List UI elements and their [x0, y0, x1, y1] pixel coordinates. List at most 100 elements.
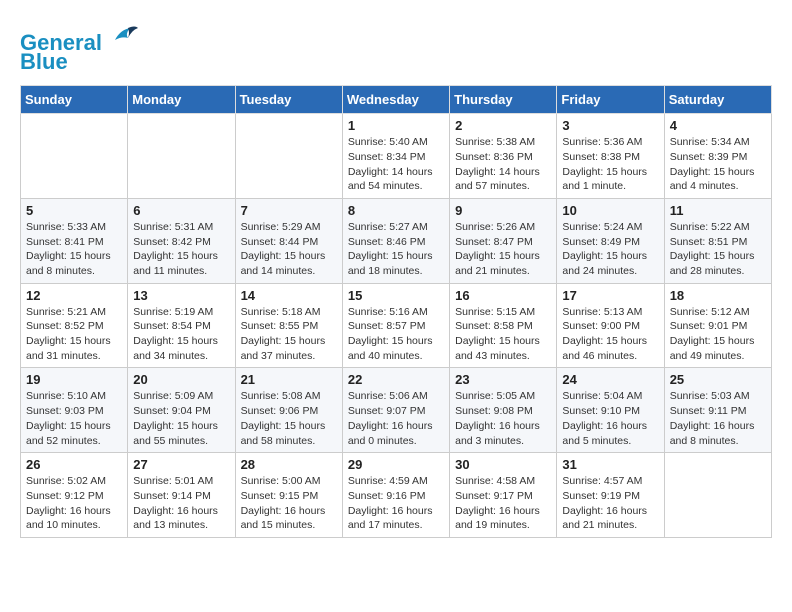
calendar-cell: 21Sunrise: 5:08 AM Sunset: 9:06 PM Dayli… — [235, 368, 342, 453]
calendar-cell: 30 Sunrise: 4:58 AM Sunset: 9:17 PM Dayli… — [450, 453, 557, 538]
day-number: 19 — [26, 372, 122, 387]
day-info: Sunrise: 5:04 AM Sunset: 9:10 PM Dayligh… — [562, 389, 658, 448]
day-info: Sunrise: 5:15 AM Sunset: 8:58 PM Dayligh… — [455, 305, 551, 364]
calendar-cell — [235, 114, 342, 199]
day-info: Sunrise: 5:36 AM Sunset: 8:38 PM Dayligh… — [562, 135, 658, 194]
day-number: 24 — [562, 372, 658, 387]
weekday-header: Monday — [128, 86, 235, 114]
day-info: Sunrise: 5:02 AM Sunset: 9:12 PM Dayligh… — [26, 474, 122, 533]
day-info: Sunrise: 5:06 AM Sunset: 9:07 PM Dayligh… — [348, 389, 444, 448]
logo: General Blue — [20, 20, 140, 75]
day-info: Sunrise: 5:19 AM Sunset: 8:54 PM Dayligh… — [133, 305, 229, 364]
calendar-cell: 20 Sunrise: 5:09 AM Sunset: 9:04 PM Dayli… — [128, 368, 235, 453]
day-info: Sunrise: 5:38 AM Sunset: 8:36 PM Dayligh… — [455, 135, 551, 194]
day-number: 28 — [241, 457, 337, 472]
day-info: Sunrise: 5:34 AM Sunset: 8:39 PM Dayligh… — [670, 135, 766, 194]
day-number: 21 — [241, 372, 337, 387]
day-number: 10 — [562, 203, 658, 218]
calendar-cell: 24 Sunrise: 5:04 AM Sunset: 9:10 PM Dayli… — [557, 368, 664, 453]
calendar-cell: 27Sunrise: 5:01 AM Sunset: 9:14 PM Dayli… — [128, 453, 235, 538]
day-info: Sunrise: 5:33 AM Sunset: 8:41 PM Dayligh… — [26, 220, 122, 279]
day-number: 22 — [348, 372, 444, 387]
day-info: Sunrise: 5:10 AM Sunset: 9:03 PM Dayligh… — [26, 389, 122, 448]
calendar-cell: 14Sunrise: 5:18 AM Sunset: 8:55 PM Dayli… — [235, 283, 342, 368]
day-number: 11 — [670, 203, 766, 218]
day-number: 7 — [241, 203, 337, 218]
day-number: 8 — [348, 203, 444, 218]
page-header: General Blue — [20, 20, 772, 75]
day-number: 25 — [670, 372, 766, 387]
day-number: 29 — [348, 457, 444, 472]
day-info: Sunrise: 5:24 AM Sunset: 8:49 PM Dayligh… — [562, 220, 658, 279]
calendar-cell: 23 Sunrise: 5:05 AM Sunset: 9:08 PM Dayli… — [450, 368, 557, 453]
day-number: 13 — [133, 288, 229, 303]
day-number: 4 — [670, 118, 766, 133]
calendar-cell: 2 Sunrise: 5:38 AM Sunset: 8:36 PM Daylig… — [450, 114, 557, 199]
calendar-cell — [128, 114, 235, 199]
weekday-header: Friday — [557, 86, 664, 114]
day-number: 17 — [562, 288, 658, 303]
calendar-cell: 5 Sunrise: 5:33 AM Sunset: 8:41 PM Daylig… — [21, 198, 128, 283]
calendar-header-row: SundayMondayTuesdayWednesdayThursdayFrid… — [21, 86, 772, 114]
day-number: 15 — [348, 288, 444, 303]
logo-bird-icon — [110, 20, 140, 50]
day-info: Sunrise: 5:09 AM Sunset: 9:04 PM Dayligh… — [133, 389, 229, 448]
calendar-week-row: 1 Sunrise: 5:40 AM Sunset: 8:34 PM Daylig… — [21, 114, 772, 199]
calendar-cell: 12Sunrise: 5:21 AM Sunset: 8:52 PM Dayli… — [21, 283, 128, 368]
weekday-header: Wednesday — [342, 86, 449, 114]
calendar-cell: 6 Sunrise: 5:31 AM Sunset: 8:42 PM Daylig… — [128, 198, 235, 283]
calendar-week-row: 19 Sunrise: 5:10 AM Sunset: 9:03 PM Dayli… — [21, 368, 772, 453]
day-number: 27 — [133, 457, 229, 472]
calendar-week-row: 12Sunrise: 5:21 AM Sunset: 8:52 PM Dayli… — [21, 283, 772, 368]
calendar-cell: 10 Sunrise: 5:24 AM Sunset: 8:49 PM Dayli… — [557, 198, 664, 283]
calendar-cell: 28Sunrise: 5:00 AM Sunset: 9:15 PM Dayli… — [235, 453, 342, 538]
day-number: 31 — [562, 457, 658, 472]
day-info: Sunrise: 5:29 AM Sunset: 8:44 PM Dayligh… — [241, 220, 337, 279]
calendar-cell: 13 Sunrise: 5:19 AM Sunset: 8:54 PM Dayli… — [128, 283, 235, 368]
calendar-cell: 16 Sunrise: 5:15 AM Sunset: 8:58 PM Dayli… — [450, 283, 557, 368]
calendar-cell — [21, 114, 128, 199]
day-number: 9 — [455, 203, 551, 218]
calendar-cell: 8 Sunrise: 5:27 AM Sunset: 8:46 PM Daylig… — [342, 198, 449, 283]
calendar-cell: 1 Sunrise: 5:40 AM Sunset: 8:34 PM Daylig… — [342, 114, 449, 199]
calendar-cell: 18 Sunrise: 5:12 AM Sunset: 9:01 PM Dayli… — [664, 283, 771, 368]
day-number: 14 — [241, 288, 337, 303]
calendar-cell: 22 Sunrise: 5:06 AM Sunset: 9:07 PM Dayli… — [342, 368, 449, 453]
day-info: Sunrise: 5:21 AM Sunset: 8:52 PM Dayligh… — [26, 305, 122, 364]
calendar-cell: 4 Sunrise: 5:34 AM Sunset: 8:39 PM Daylig… — [664, 114, 771, 199]
day-number: 6 — [133, 203, 229, 218]
calendar-cell: 26 Sunrise: 5:02 AM Sunset: 9:12 PM Dayli… — [21, 453, 128, 538]
day-info: Sunrise: 4:57 AM Sunset: 9:19 PM Dayligh… — [562, 474, 658, 533]
calendar-cell: 11 Sunrise: 5:22 AM Sunset: 8:51 PM Dayli… — [664, 198, 771, 283]
day-number: 2 — [455, 118, 551, 133]
day-info: Sunrise: 5:12 AM Sunset: 9:01 PM Dayligh… — [670, 305, 766, 364]
day-number: 1 — [348, 118, 444, 133]
weekday-header: Thursday — [450, 86, 557, 114]
calendar-cell: 19 Sunrise: 5:10 AM Sunset: 9:03 PM Dayli… — [21, 368, 128, 453]
day-info: Sunrise: 5:40 AM Sunset: 8:34 PM Dayligh… — [348, 135, 444, 194]
day-info: Sunrise: 5:27 AM Sunset: 8:46 PM Dayligh… — [348, 220, 444, 279]
day-number: 23 — [455, 372, 551, 387]
day-info: Sunrise: 5:03 AM Sunset: 9:11 PM Dayligh… — [670, 389, 766, 448]
day-number: 30 — [455, 457, 551, 472]
calendar-cell: 29Sunrise: 4:59 AM Sunset: 9:16 PM Dayli… — [342, 453, 449, 538]
weekday-header: Tuesday — [235, 86, 342, 114]
day-info: Sunrise: 5:26 AM Sunset: 8:47 PM Dayligh… — [455, 220, 551, 279]
day-info: Sunrise: 5:22 AM Sunset: 8:51 PM Dayligh… — [670, 220, 766, 279]
day-info: Sunrise: 5:13 AM Sunset: 9:00 PM Dayligh… — [562, 305, 658, 364]
day-info: Sunrise: 4:58 AM Sunset: 9:17 PM Dayligh… — [455, 474, 551, 533]
calendar-cell: 9 Sunrise: 5:26 AM Sunset: 8:47 PM Daylig… — [450, 198, 557, 283]
day-number: 16 — [455, 288, 551, 303]
weekday-header: Saturday — [664, 86, 771, 114]
calendar-cell: 7 Sunrise: 5:29 AM Sunset: 8:44 PM Daylig… — [235, 198, 342, 283]
calendar-cell — [664, 453, 771, 538]
day-info: Sunrise: 5:31 AM Sunset: 8:42 PM Dayligh… — [133, 220, 229, 279]
day-number: 18 — [670, 288, 766, 303]
day-info: Sunrise: 5:16 AM Sunset: 8:57 PM Dayligh… — [348, 305, 444, 364]
day-info: Sunrise: 5:05 AM Sunset: 9:08 PM Dayligh… — [455, 389, 551, 448]
day-number: 26 — [26, 457, 122, 472]
day-number: 3 — [562, 118, 658, 133]
day-number: 5 — [26, 203, 122, 218]
day-number: 20 — [133, 372, 229, 387]
calendar-cell: 17 Sunrise: 5:13 AM Sunset: 9:00 PM Dayli… — [557, 283, 664, 368]
